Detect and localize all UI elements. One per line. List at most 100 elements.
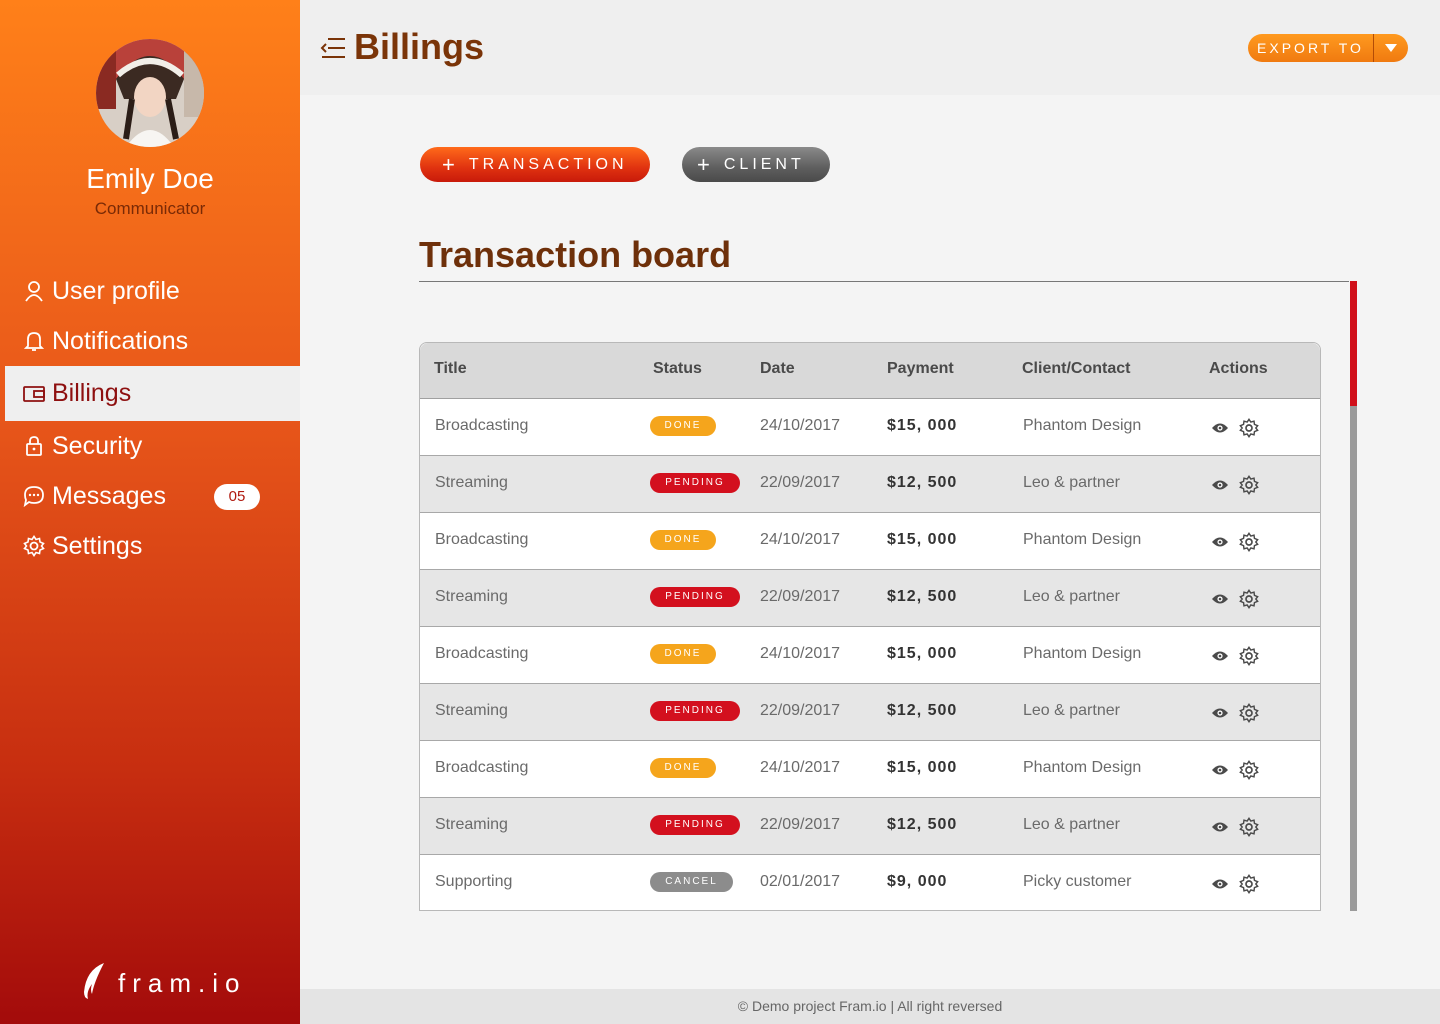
cell-title: Streaming — [435, 588, 508, 605]
cell-date: 24/10/2017 — [760, 531, 841, 548]
cell-payment: $15, 000 — [887, 759, 958, 776]
sidebar-item-label: Billings — [52, 379, 132, 407]
page-title: Billings — [354, 26, 485, 67]
cell-date: 24/10/2017 — [760, 759, 841, 776]
table-row[interactable]: Broadcasting DONE 24/10/2017 $15, 000 Phanto… — [420, 627, 1320, 684]
cell-client: Leo & partner — [1023, 588, 1120, 605]
cell-date: 22/09/2017 — [760, 702, 841, 719]
table-row[interactable]: Streaming PENDING 22/09/2017 $12, 500 Leo & … — [420, 570, 1320, 627]
row-settings-gear-icon[interactable] — [1239, 589, 1259, 609]
table-header: Title Status Date Payment Client/Contact… — [420, 343, 1320, 399]
cell-client: Phantom Design — [1023, 759, 1142, 776]
plus-icon: + — [442, 151, 455, 177]
status-badge: PENDING — [650, 587, 740, 607]
sidebar-item-settings[interactable]: Settings — [0, 521, 300, 571]
table-body: Broadcasting DONE 24/10/2017 $15, 000 Phanto… — [420, 399, 1320, 910]
sidebar-item-label: Notifications — [52, 326, 189, 355]
row-settings-gear-icon[interactable] — [1239, 874, 1259, 894]
cell-date: 02/01/2017 — [760, 873, 841, 890]
avatar[interactable] — [96, 39, 204, 147]
add-transaction-label: TRANSACTION — [468, 155, 628, 173]
scrollbar-thumb[interactable] — [1350, 281, 1357, 406]
wallet-icon — [23, 383, 45, 405]
status-badge: PENDING — [650, 473, 740, 493]
footer-text: © Demo project Fram.io | All right rever… — [737, 998, 1003, 1014]
status-badge: DONE — [650, 644, 716, 664]
add-client-button[interactable]: + CLIENT — [682, 147, 830, 182]
view-eye-icon[interactable] — [1210, 418, 1230, 438]
table-row[interactable]: Streaming PENDING 22/09/2017 $12, 500 Leo & … — [420, 684, 1320, 741]
row-settings-gear-icon[interactable] — [1239, 475, 1259, 495]
view-eye-icon[interactable] — [1210, 817, 1230, 837]
export-to-button[interactable]: EXPORT TO — [1248, 34, 1408, 62]
cell-date: 24/10/2017 — [760, 645, 841, 662]
sidebar-item-security[interactable]: Security — [0, 421, 300, 471]
sidebar-item-billings[interactable]: Billings — [5, 366, 300, 421]
row-settings-gear-icon[interactable] — [1239, 532, 1259, 552]
status-badge: DONE — [650, 530, 716, 550]
table-row[interactable]: Supporting CANCEL 02/01/2017 $9, 000 Picky c… — [420, 855, 1320, 910]
lock-icon — [23, 435, 45, 457]
cell-payment: $12, 500 — [887, 816, 958, 833]
table-row[interactable]: Streaming PENDING 22/09/2017 $12, 500 Leo & … — [420, 456, 1320, 513]
cell-title: Broadcasting — [435, 759, 529, 776]
cell-title: Broadcasting — [435, 531, 529, 548]
column-header-client[interactable]: Client/Contact — [1022, 360, 1130, 378]
view-eye-icon[interactable] — [1210, 475, 1230, 495]
sidebar-item-user-profile[interactable]: User profile — [0, 266, 300, 316]
cell-title: Streaming — [435, 702, 508, 719]
table-row[interactable]: Streaming PENDING 22/09/2017 $12, 500 Leo & … — [420, 798, 1320, 855]
view-eye-icon[interactable] — [1210, 703, 1230, 723]
row-settings-gear-icon[interactable] — [1239, 418, 1259, 438]
sidebar-item-label: Security — [52, 431, 143, 460]
status-badge: CANCEL — [650, 872, 733, 892]
menu-collapse-icon[interactable] — [320, 36, 346, 60]
table-row[interactable]: Broadcasting DONE 24/10/2017 $15, 000 Phanto… — [420, 741, 1320, 798]
brand-name: fram.io — [118, 967, 247, 998]
sidebar-item-messages[interactable]: Messages 05 — [0, 471, 300, 521]
chat-icon — [23, 485, 45, 507]
column-header-actions: Actions — [1209, 360, 1268, 377]
cell-date: 22/09/2017 — [760, 474, 841, 491]
cell-client: Picky customer — [1023, 873, 1132, 890]
bell-icon — [23, 330, 45, 352]
sidebar-item-label: User profile — [52, 276, 180, 305]
cell-date: 24/10/2017 — [760, 417, 841, 434]
board-title: Transaction board — [419, 234, 732, 275]
view-eye-icon[interactable] — [1210, 532, 1230, 552]
messages-count-badge: 05 — [214, 484, 260, 510]
column-header-payment[interactable]: Payment — [887, 360, 954, 378]
scrollbar[interactable] — [1350, 281, 1357, 911]
row-settings-gear-icon[interactable] — [1239, 817, 1259, 837]
column-header-date[interactable]: Date — [760, 360, 795, 378]
add-transaction-button[interactable]: + TRANSACTION — [420, 147, 650, 182]
plus-icon: + — [697, 151, 710, 177]
board-divider — [419, 281, 1349, 282]
view-eye-icon[interactable] — [1210, 589, 1230, 609]
column-header-title[interactable]: Title — [434, 360, 467, 378]
feather-icon — [80, 962, 106, 1004]
view-eye-icon[interactable] — [1210, 760, 1230, 780]
cell-client: Leo & partner — [1023, 702, 1120, 719]
user-role: Communicator — [94, 199, 206, 218]
view-eye-icon[interactable] — [1210, 646, 1230, 666]
caret-down-icon[interactable] — [1374, 43, 1408, 53]
add-client-label: CLIENT — [723, 155, 805, 173]
cell-title: Broadcasting — [435, 417, 529, 434]
column-header-status[interactable]: Status — [653, 360, 702, 378]
gear-icon — [23, 535, 45, 557]
row-settings-gear-icon[interactable] — [1239, 646, 1259, 666]
table-row[interactable]: Broadcasting DONE 24/10/2017 $15, 000 Phanto… — [420, 399, 1320, 456]
status-badge: PENDING — [650, 815, 740, 835]
view-eye-icon[interactable] — [1210, 874, 1230, 894]
cell-client: Leo & partner — [1023, 474, 1120, 491]
row-settings-gear-icon[interactable] — [1239, 760, 1259, 780]
cell-title: Broadcasting — [435, 645, 529, 662]
status-badge: DONE — [650, 758, 716, 778]
sidebar-item-label: Settings — [52, 531, 143, 560]
sidebar-item-notifications[interactable]: Notifications — [0, 316, 300, 366]
status-badge: PENDING — [650, 701, 740, 721]
row-settings-gear-icon[interactable] — [1239, 703, 1259, 723]
table-row[interactable]: Broadcasting DONE 24/10/2017 $15, 000 Phanto… — [420, 513, 1320, 570]
sidebar: Emily Doe Communicator User profile Noti… — [0, 0, 300, 1024]
